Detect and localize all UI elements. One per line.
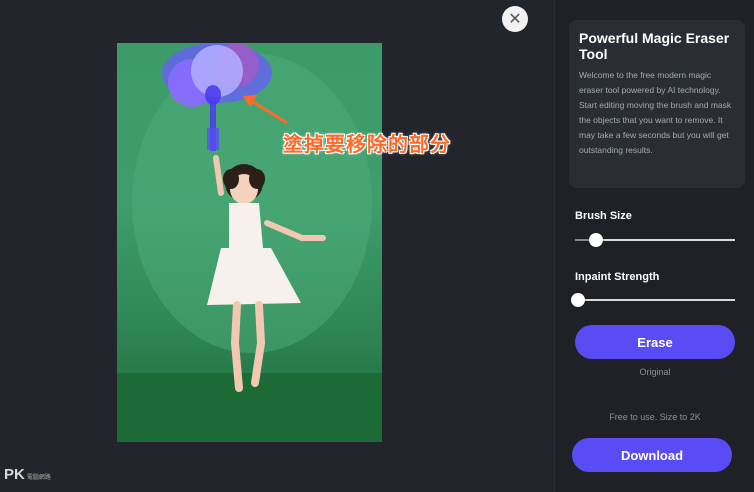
- watermark-text: PK: [4, 466, 25, 483]
- info-card: Powerful Magic Eraser Tool Welcome to th…: [569, 20, 745, 188]
- inpaint-strength-slider[interactable]: [571, 293, 735, 307]
- free-note: Free to use. Size to 2K: [609, 412, 701, 422]
- annotation-text: 塗掉要移除的部分: [283, 134, 451, 156]
- close-button[interactable]: ✕: [502, 6, 528, 32]
- tool-panel: Powerful Magic Eraser Tool Welcome to th…: [554, 0, 754, 492]
- uploaded-photo[interactable]: [117, 43, 382, 442]
- original-link[interactable]: Original: [575, 367, 735, 377]
- slider-thumb[interactable]: [571, 293, 586, 307]
- download-button[interactable]: Download: [572, 438, 732, 472]
- close-icon: ✕: [508, 11, 522, 28]
- panel-title: Powerful Magic Eraser Tool: [579, 30, 730, 62]
- slider-thumb[interactable]: [588, 233, 603, 247]
- photo-illustration: [117, 43, 382, 442]
- watermark-subtext: 電腦網路: [26, 475, 51, 481]
- panel-description: Welcome to the free modern magic eraser …: [579, 70, 732, 155]
- editor-canvas[interactable]: 塗掉要移除的部分 ✕ PK 電腦網路: [0, 0, 554, 492]
- erase-button[interactable]: Erase: [575, 325, 735, 359]
- brush-size-label: Brush Size: [575, 210, 632, 222]
- brush-size-slider[interactable]: [575, 233, 735, 247]
- slider-track: [575, 299, 735, 301]
- watermark-logo: PK 電腦網路: [4, 466, 51, 483]
- inpaint-strength-label: Inpaint Strength: [575, 271, 660, 283]
